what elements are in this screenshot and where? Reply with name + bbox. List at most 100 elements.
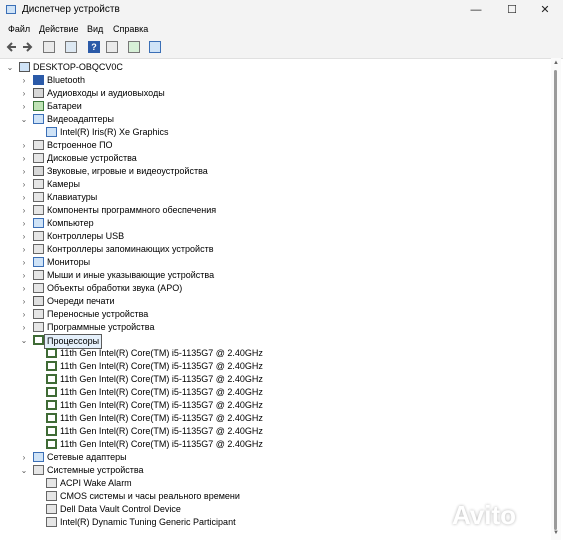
tree-item-label: Intel(R) Dynamic Tuning Generic Particip… [60, 517, 236, 527]
printer-icon [33, 296, 44, 306]
tree-item-label: Клавиатуры [47, 192, 98, 202]
title-bar: Диспетчер устройств — ☐ ✕ [0, 0, 563, 20]
tree-item-label: Аудиовходы и аудиовыходы [47, 88, 165, 98]
scroll-down-icon[interactable]: ▼ [552, 530, 560, 536]
tree-item-label: Переносные устройства [47, 309, 149, 319]
system-device-icon [46, 517, 57, 527]
monitor-icon[interactable] [149, 41, 161, 53]
menu-action[interactable]: Действие [39, 24, 79, 34]
storage-controller-icon [33, 244, 44, 254]
tree-item-label: Контроллеры USB [47, 231, 125, 241]
tree-item-label: Объекты обработки звука (APO) [47, 283, 183, 293]
tree-item-label: Мыши и иные указывающие устройства [47, 270, 215, 280]
chevron-right-icon[interactable]: › [20, 204, 28, 217]
tree-item-label: 11th Gen Intel(R) Core(TM) i5-1135G7 @ 2… [60, 400, 263, 410]
camera-icon [33, 179, 44, 189]
tree-item-label: 11th Gen Intel(R) Core(TM) i5-1135G7 @ 2… [60, 426, 263, 436]
scrollbar-thumb[interactable] [554, 70, 557, 530]
processor-icon [46, 387, 57, 397]
scan-hardware-icon[interactable] [128, 41, 140, 53]
tree-item-label: Сетевые адаптеры [47, 452, 127, 462]
audio-processing-icon [33, 283, 44, 293]
chevron-right-icon[interactable]: › [20, 230, 28, 243]
tree-item-label: Дисковые устройства [47, 153, 137, 163]
chevron-right-icon[interactable]: › [20, 295, 28, 308]
tree-item-label: Компоненты программного обеспечения [47, 205, 217, 215]
menu-file[interactable]: Файл [8, 24, 30, 34]
processor-icon [46, 439, 57, 449]
tree-item-label: Очереди печати [47, 296, 115, 306]
menu-view[interactable]: Вид [87, 24, 103, 34]
chevron-right-icon[interactable]: › [20, 451, 28, 464]
help-icon[interactable]: ? [88, 41, 100, 53]
view-icon[interactable] [65, 41, 77, 53]
chevron-right-icon[interactable]: › [20, 282, 28, 295]
forward-icon[interactable] [21, 41, 33, 53]
tree-item-label: Dell Data Vault Control Device [60, 504, 181, 514]
chevron-right-icon[interactable]: › [20, 178, 28, 191]
chevron-right-icon[interactable]: › [20, 321, 28, 334]
properties-icon[interactable] [43, 41, 55, 53]
chevron-right-icon[interactable]: › [20, 217, 28, 230]
display-adapter-icon [33, 114, 44, 124]
processor-icon [46, 348, 57, 358]
chevron-right-icon[interactable]: › [20, 308, 28, 321]
tree-item-label: Intel(R) Iris(R) Xe Graphics [60, 127, 169, 137]
close-button[interactable]: ✕ [527, 0, 563, 20]
tree-item-label: Системные устройства [47, 465, 144, 475]
device-manager-icon [6, 5, 16, 14]
processor-icon [46, 374, 57, 384]
chevron-down-icon[interactable]: ⌄ [6, 61, 14, 74]
chevron-down-icon[interactable]: ⌄ [20, 113, 28, 126]
chevron-right-icon[interactable]: › [20, 87, 28, 100]
processor-icon [46, 413, 57, 423]
chevron-right-icon[interactable]: › [20, 74, 28, 87]
system-device-icon [46, 491, 57, 501]
sound-icon [33, 166, 44, 176]
tree-item-label: CMOS системы и часы реального времени [60, 491, 240, 501]
tree-item-label: 11th Gen Intel(R) Core(TM) i5-1135G7 @ 2… [60, 413, 263, 423]
menu-bar: Файл Действие Вид Справка [0, 20, 563, 37]
vertical-scrollbar[interactable]: ▲ ▼ [551, 58, 561, 540]
minimize-button[interactable]: — [458, 0, 494, 20]
tree-item-label: Видеоадаптеры [47, 114, 114, 124]
monitor-icon [33, 257, 44, 267]
chevron-right-icon[interactable]: › [20, 269, 28, 282]
tree-item-label: 11th Gen Intel(R) Core(TM) i5-1135G7 @ 2… [60, 361, 263, 371]
tree-item-label: Камеры [47, 179, 80, 189]
update-driver-icon[interactable] [106, 41, 118, 53]
tree-item-label: ACPI Wake Alarm [60, 478, 132, 488]
tree-item-label: Bluetooth [47, 75, 86, 85]
chevron-right-icon[interactable]: › [20, 152, 28, 165]
bluetooth-icon [33, 75, 44, 85]
tree-item-label: Программные устройства [47, 322, 155, 332]
chevron-down-icon[interactable]: ⌄ [20, 464, 28, 477]
chevron-right-icon[interactable]: › [20, 165, 28, 178]
back-icon[interactable] [6, 41, 18, 53]
scroll-up-icon[interactable]: ▲ [552, 60, 560, 66]
tree-item-label: Компьютер [47, 218, 94, 228]
maximize-button[interactable]: ☐ [494, 0, 530, 20]
mouse-icon [33, 270, 44, 280]
window-title: Диспетчер устройств [22, 4, 120, 15]
chevron-right-icon[interactable]: › [20, 100, 28, 113]
chevron-down-icon[interactable]: ⌄ [20, 334, 28, 347]
tree-item-label: 11th Gen Intel(R) Core(TM) i5-1135G7 @ 2… [60, 374, 263, 384]
tree-item-label: 11th Gen Intel(R) Core(TM) i5-1135G7 @ 2… [60, 387, 263, 397]
network-adapter-icon [33, 452, 44, 462]
processor-icon [46, 361, 57, 371]
watermark: Avito [452, 500, 517, 530]
processor-icon [46, 400, 57, 410]
chevron-right-icon[interactable]: › [20, 243, 28, 256]
chevron-right-icon[interactable]: › [20, 191, 28, 204]
system-device-icon [46, 478, 57, 488]
tree-item-label: Встроенное ПО [47, 140, 113, 150]
chevron-right-icon[interactable]: › [20, 139, 28, 152]
device-tree: ⌄ DESKTOP-OBQCV0C › Bluetooth › Аудиовходы … [0, 58, 548, 540]
system-device-icon [46, 504, 57, 514]
computer-icon [33, 218, 44, 228]
usb-icon [33, 231, 44, 241]
chevron-right-icon[interactable]: › [20, 256, 28, 269]
menu-help[interactable]: Справка [113, 24, 148, 34]
software-component-icon [33, 205, 44, 215]
